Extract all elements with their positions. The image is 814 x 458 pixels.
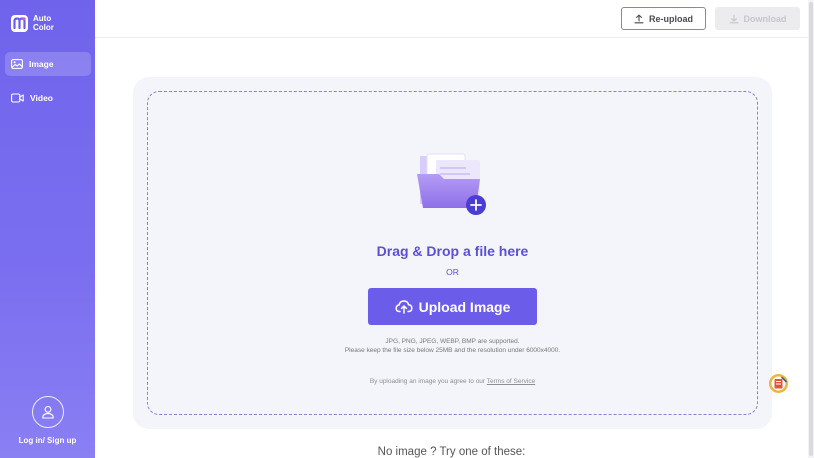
terms-notice: By uploading an image you agree to our T… <box>148 378 757 385</box>
scrollbar[interactable] <box>808 0 814 458</box>
sidebar-item-video[interactable]: Video <box>5 86 91 110</box>
download-button[interactable]: Download <box>715 7 800 30</box>
supported-formats-text: JPG, PNG, JPEG, WEBP, BMP are supported. <box>385 338 520 345</box>
brand-line-1: Auto <box>33 14 52 23</box>
reupload-button[interactable]: Re-upload <box>621 7 706 30</box>
drag-drop-title: Drag & Drop a file here <box>376 243 529 259</box>
format-info: JPG, PNG, JPEG, WEBP, BMP are supported.… <box>148 337 757 355</box>
user-avatar-icon[interactable] <box>31 396 64 428</box>
folder-add-icon <box>417 153 486 215</box>
download-label: Download <box>743 13 787 24</box>
upload-panel: Drag & Drop a file here OR Upload Image … <box>133 77 772 429</box>
reupload-label: Re-upload <box>649 13 693 24</box>
sidebar-item-image[interactable]: Image <box>5 52 91 76</box>
upload-icon <box>634 14 644 23</box>
drop-zone[interactable]: Drag & Drop a file here OR Upload Image … <box>147 91 758 415</box>
sidebar-item-label: Video <box>30 93 53 103</box>
brand-name: Auto Color <box>33 14 54 32</box>
upload-button-label: Upload Image <box>418 298 511 315</box>
cloud-upload-icon <box>395 300 413 314</box>
video-icon <box>11 93 24 103</box>
sidebar-item-label: Image <box>29 59 54 69</box>
login-area[interactable]: Log in/ Sign up <box>0 396 95 445</box>
notes-widget-icon[interactable] <box>768 373 789 394</box>
top-toolbar: Re-upload Download <box>95 0 808 38</box>
login-link[interactable]: Log in/ Sign up <box>0 436 95 445</box>
brand-line-2: Color <box>33 23 54 32</box>
sidebar: Auto Color Image Video Log in/ Sign up <box>0 0 95 458</box>
file-limits-text: Please keep the file size below 25MB and… <box>344 347 561 354</box>
download-icon <box>728 14 739 23</box>
or-separator: OR <box>446 267 459 277</box>
sample-images-title: No image ? Try one of these: <box>377 446 526 458</box>
scrollbar-thumb[interactable] <box>809 2 813 456</box>
terms-of-service-link[interactable]: Terms of Service <box>487 378 535 385</box>
image-icon <box>11 59 23 69</box>
m-logo-icon <box>11 14 28 32</box>
brand[interactable]: Auto Color <box>11 14 54 32</box>
terms-prefix: By uploading an image you agree to our <box>369 378 487 385</box>
upload-image-button[interactable]: Upload Image <box>368 288 537 325</box>
